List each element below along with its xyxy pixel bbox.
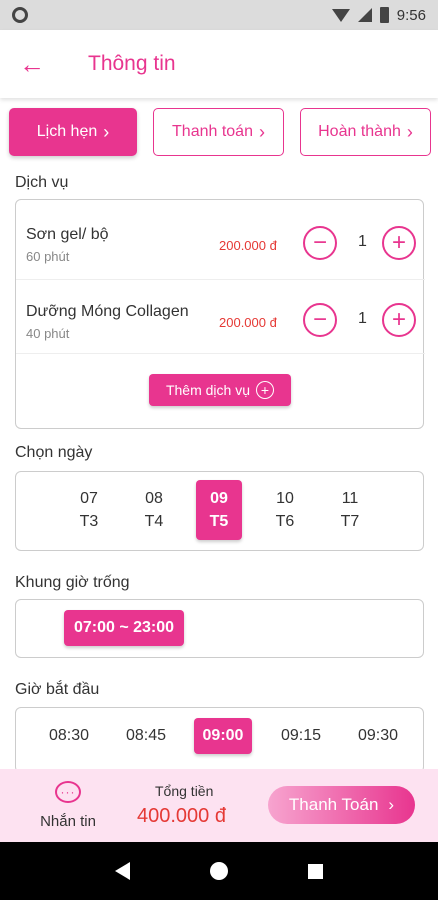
notification-dot-icon xyxy=(12,7,28,23)
app-header: ← Thông tin xyxy=(0,30,438,98)
services-label: Dịch vụ xyxy=(15,174,69,191)
divider xyxy=(16,279,425,280)
divider xyxy=(16,353,425,354)
date-day: 10 xyxy=(276,490,294,507)
time-slot-chip[interactable]: 07:00 ~ 23:00 xyxy=(64,610,184,646)
date-day: 09 xyxy=(210,490,228,507)
date-item-selected[interactable]: 09 T5 xyxy=(196,480,242,540)
date-day: 07 xyxy=(80,490,98,507)
start-time-item[interactable]: 09:15 xyxy=(272,718,330,754)
step-appointment[interactable]: Lịch hẹn › xyxy=(9,108,137,156)
pay-label: Thanh Toán xyxy=(288,795,379,814)
start-time-item-selected[interactable]: 09:00 xyxy=(194,718,252,754)
back-arrow-icon[interactable]: ← xyxy=(0,30,64,98)
service-name: Dưỡng Móng Collagen xyxy=(26,303,189,320)
checkout-bar: ··· Nhắn tin Tổng tiền 400.000 đ Thanh T… xyxy=(0,769,438,842)
free-slots-card: 07:00 ~ 23:00 xyxy=(15,599,424,658)
system-nav-bar xyxy=(0,842,438,900)
date-weekday: T5 xyxy=(209,513,229,530)
nav-home-icon[interactable] xyxy=(210,862,228,880)
nav-recent-apps-icon[interactable] xyxy=(308,863,323,879)
service-item: Dưỡng Móng Collagen 40 phút 200.000 đ − … xyxy=(26,303,416,373)
plus-icon[interactable]: + xyxy=(382,303,416,337)
step-tabs: Lịch hẹn › Thanh toán › Hoàn thành › xyxy=(9,108,431,156)
quantity-value: 1 xyxy=(358,310,367,327)
status-time: 9:56 xyxy=(396,6,426,24)
add-service-button[interactable]: Thêm dịch vụ + xyxy=(149,374,291,406)
service-duration: 60 phút xyxy=(26,249,70,264)
nav-back-icon[interactable] xyxy=(115,862,130,880)
date-weekday: T7 xyxy=(340,513,360,530)
service-name: Sơn gel/ bộ xyxy=(26,226,109,243)
message-button[interactable]: ··· Nhắn tin xyxy=(30,781,106,837)
chat-bubble-icon: ··· xyxy=(55,781,81,803)
date-weekday: T6 xyxy=(275,513,295,530)
date-label: Chọn ngày xyxy=(15,444,93,461)
start-time-card: 08:30 08:45 09:00 09:15 09:30 xyxy=(15,707,424,773)
page-title: Thông tin xyxy=(88,52,176,75)
date-weekday: T4 xyxy=(144,513,164,530)
wifi-icon xyxy=(331,8,350,22)
message-label: Nhắn tin xyxy=(40,813,96,830)
start-time-item[interactable]: 08:30 xyxy=(40,718,98,754)
plus-icon[interactable]: + xyxy=(382,226,416,260)
date-day: 08 xyxy=(145,490,163,507)
service-duration: 40 phút xyxy=(26,326,70,341)
plus-circle-icon: + xyxy=(256,381,275,399)
battery-icon xyxy=(379,7,389,23)
date-item[interactable]: 07 T3 xyxy=(66,480,112,540)
step-complete[interactable]: Hoàn thành › xyxy=(300,108,431,156)
date-item[interactable]: 11 T7 xyxy=(327,480,373,540)
total-label: Tổng tiền xyxy=(155,783,214,799)
total-value: 400.000 đ xyxy=(137,805,226,827)
status-icons: 9:56 xyxy=(331,6,426,24)
date-weekday: T3 xyxy=(79,513,99,530)
service-price: 200.000 đ xyxy=(219,238,277,253)
chevron-right-icon: › xyxy=(388,795,395,814)
chevron-right-icon: › xyxy=(103,121,110,142)
service-price: 200.000 đ xyxy=(219,315,277,330)
date-item[interactable]: 10 T6 xyxy=(262,480,308,540)
step-payment[interactable]: Thanh toán › xyxy=(153,108,284,156)
chevron-right-icon: › xyxy=(258,121,265,142)
signal-icon xyxy=(357,8,372,22)
start-time-item[interactable]: 09:30 xyxy=(349,718,407,754)
quantity-value: 1 xyxy=(358,233,367,250)
date-item[interactable]: 08 T4 xyxy=(131,480,177,540)
date-card: 07 T3 08 T4 09 T5 10 T6 11 T7 xyxy=(15,471,424,551)
add-service-label: Thêm dịch vụ xyxy=(165,382,251,398)
date-day: 11 xyxy=(341,490,359,507)
step-label: Hoàn thành xyxy=(318,123,401,140)
chevron-right-icon: › xyxy=(406,121,413,142)
service-item: Sơn gel/ bộ 60 phút 200.000 đ − 1 + xyxy=(26,226,416,296)
start-time-label: Giờ bắt đầu xyxy=(15,681,100,698)
free-slots-label: Khung giờ trống xyxy=(15,574,130,591)
step-label: Thanh toán xyxy=(172,123,253,140)
minus-icon[interactable]: − xyxy=(303,303,337,337)
minus-icon[interactable]: − xyxy=(303,226,337,260)
start-time-item[interactable]: 08:45 xyxy=(117,718,175,754)
step-label: Lịch hẹn xyxy=(36,123,98,140)
status-bar: 9:56 xyxy=(0,0,438,30)
services-card: Sơn gel/ bộ 60 phút 200.000 đ − 1 + Dưỡn… xyxy=(15,199,425,429)
pay-button[interactable]: Thanh Toán › xyxy=(268,786,415,824)
